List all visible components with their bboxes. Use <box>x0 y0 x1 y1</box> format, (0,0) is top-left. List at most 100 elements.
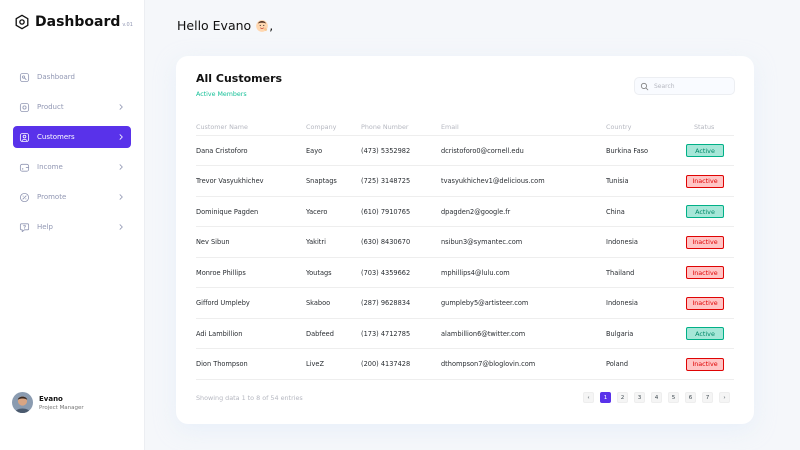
company-cell: Youtags <box>306 268 332 277</box>
user-square-icon <box>19 132 30 143</box>
customer-name-cell: Dana Cristoforo <box>196 146 248 155</box>
table-header: Customer Name Company Phone Number Email… <box>196 122 734 136</box>
table-row[interactable]: Nev Sibun Yakitri (630) 8430670 nsibun3@sym… <box>196 228 734 258</box>
avatar <box>12 392 33 413</box>
sidebar-item-promote[interactable]: Promote <box>13 186 131 208</box>
table-row[interactable]: Gifford Umpleby Skaboo (287) 9628834 gumple… <box>196 289 734 319</box>
column-header-phone[interactable]: Phone Number <box>361 122 409 132</box>
status-badge: Inactive <box>686 266 724 279</box>
card-subtitle[interactable]: Active Members <box>196 91 247 98</box>
country-cell: Bulgaria <box>606 329 634 338</box>
table-row[interactable]: Monroe Phillips Youtags (703) 4359662 mphil… <box>196 258 734 288</box>
greeting-suffix: , <box>269 18 274 33</box>
app-version: v.01 <box>122 22 133 28</box>
status-cell: Inactive <box>686 228 724 257</box>
status-cell: Inactive <box>686 289 724 318</box>
column-header-email[interactable]: Email <box>441 122 459 132</box>
pagination-page-button[interactable]: 7 <box>702 392 713 403</box>
pagination-page-button[interactable]: 3 <box>634 392 645 403</box>
phone-cell: (725) 3148725 <box>361 177 411 185</box>
status-badge: Inactive <box>686 357 724 371</box>
country-cell: Thailand <box>606 268 635 277</box>
pagination-next-button[interactable]: › <box>719 392 730 403</box>
sidebar-item-label: Dashboard <box>37 73 75 81</box>
email-cell: alambillion6@twitter.com <box>441 329 526 338</box>
sidebar-item-customers[interactable]: Customers <box>13 126 131 148</box>
search-box[interactable] <box>634 77 735 95</box>
pagination-page-button[interactable]: 6 <box>685 392 696 403</box>
profile-role: Project Manager <box>39 404 84 411</box>
status-badge: Inactive <box>686 235 724 249</box>
chevron-right-icon <box>119 104 123 110</box>
status-cell: Inactive <box>686 258 724 287</box>
company-cell: LiveZ <box>306 360 324 368</box>
customer-name-cell: Gifford Umpleby <box>196 299 250 307</box>
email-cell: nsibun3@symantec.com <box>441 238 523 246</box>
sidebar-item-income[interactable]: Income <box>13 156 131 178</box>
user-profile[interactable]: Evano Project Manager <box>12 392 84 413</box>
status-cell: Active <box>686 197 724 226</box>
app-name: Dashboard <box>35 14 121 30</box>
column-header-status[interactable]: Status <box>694 122 714 132</box>
status-badge: Active <box>686 144 724 157</box>
country-cell: Tunisia <box>606 177 629 185</box>
sidebar: Dashboard v.01 Dashboard Product Custome… <box>0 0 145 450</box>
column-header-customer-name[interactable]: Customer Name <box>196 122 248 132</box>
sidebar-item-label: Customers <box>37 133 75 141</box>
status-badge: Inactive <box>686 296 724 310</box>
customers-card: All Customers Active Members Customer Na… <box>176 56 754 424</box>
email-cell: dcristoforo0@cornell.edu <box>441 146 524 155</box>
customer-name-cell: Nev Sibun <box>196 238 230 246</box>
pagination: ‹ 1 2 3 4 5 6 7 › <box>583 392 736 403</box>
column-header-country[interactable]: Country <box>606 122 631 132</box>
table-row[interactable]: Dominique Pagden Yacero (610) 7910765 dpagd… <box>196 197 734 227</box>
card-title: All Customers <box>196 72 283 85</box>
pagination-page-button[interactable]: 4 <box>651 392 662 403</box>
status-badge: Active <box>686 205 724 218</box>
phone-cell: (473) 5352982 <box>361 146 411 155</box>
pagination-page-button[interactable]: 1 <box>600 392 611 403</box>
sidebar-item-product[interactable]: Product <box>13 96 131 118</box>
status-cell: Active <box>686 136 724 165</box>
company-cell: Skaboo <box>306 299 331 307</box>
app-logo[interactable]: Dashboard v.01 <box>14 14 133 30</box>
company-cell: Dabfeed <box>306 329 334 338</box>
company-cell: Yakitri <box>306 238 326 246</box>
profile-name: Evano <box>39 394 63 403</box>
status-cell: Inactive <box>686 167 724 196</box>
phone-cell: (287) 9628834 <box>361 299 411 307</box>
phone-cell: (200) 4137428 <box>361 360 411 368</box>
customer-name-cell: Adi Lambillion <box>196 329 243 338</box>
pagination-page-button[interactable]: 2 <box>617 392 628 403</box>
sidebar-item-help[interactable]: Help <box>13 216 131 238</box>
status-cell: Active <box>686 319 724 348</box>
country-cell: Burkina Faso <box>606 146 649 155</box>
pagination-prev-button[interactable]: ‹ <box>583 392 594 403</box>
email-cell: dpagden2@google.fr <box>441 207 511 216</box>
email-cell: tvasyukhichev1@delicious.com <box>441 177 545 185</box>
wallet-icon <box>19 162 30 173</box>
phone-cell: (610) 7910765 <box>361 207 411 216</box>
status-badge: Inactive <box>686 174 724 188</box>
customer-name-cell: Dion Thompson <box>196 360 248 368</box>
chevron-right-icon <box>119 164 123 170</box>
sidebar-item-label: Product <box>37 103 64 111</box>
company-cell: Eayo <box>306 146 323 155</box>
customer-name-cell: Monroe Phillips <box>196 268 246 277</box>
pagination-page-button[interactable]: 5 <box>668 392 679 403</box>
hexagon-logo-icon <box>15 14 29 30</box>
customer-name-cell: Trevor Vasyukhichev <box>196 177 264 185</box>
table-row[interactable]: Trevor Vasyukhichev Snaptags (725) 3148725… <box>196 167 734 197</box>
table-row[interactable]: Dana Cristoforo Eayo (473) 5352982 dcristof… <box>196 136 734 166</box>
page-greeting: Hello Evano , <box>177 18 273 33</box>
cube-icon <box>19 102 30 113</box>
phone-cell: (630) 8430670 <box>361 238 411 246</box>
country-cell: China <box>606 207 625 216</box>
sidebar-item-dashboard[interactable]: Dashboard <box>13 66 131 88</box>
column-header-company[interactable]: Company <box>306 122 336 132</box>
email-cell: gumpleby5@artisteer.com <box>441 299 529 307</box>
table-row[interactable]: Adi Lambillion Dabfeed (173) 4712785 alambi… <box>196 319 734 349</box>
search-input[interactable] <box>654 82 732 90</box>
table-row[interactable]: Dion Thompson LiveZ (200) 4137428 dthompson… <box>196 350 734 380</box>
email-cell: mphillips4@lulu.com <box>441 268 510 277</box>
